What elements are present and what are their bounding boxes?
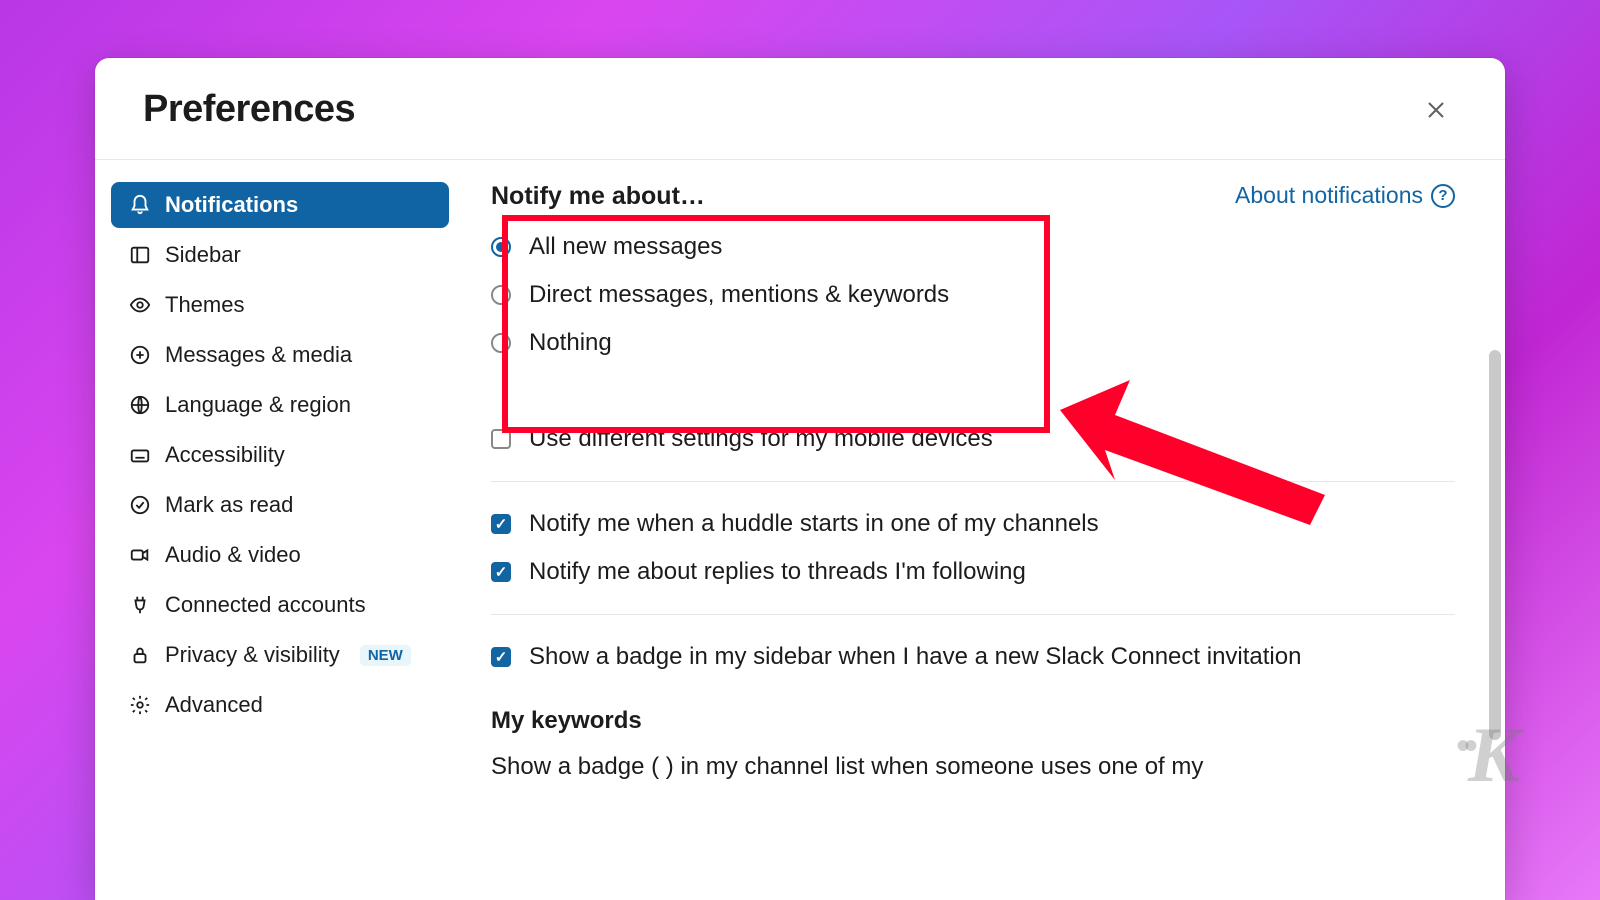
sidebar-item-messages-media[interactable]: Messages & media — [111, 332, 449, 378]
notify-section-title: Notify me about… — [491, 182, 705, 211]
radio-label: Direct messages, mentions & keywords — [529, 281, 949, 309]
checkbox-label: Show a badge in my sidebar when I have a… — [529, 643, 1301, 671]
sidebar-item-advanced[interactable]: Advanced — [111, 682, 449, 728]
modal-title: Preferences — [143, 88, 355, 131]
keyword-badge-description: Show a badge ( ) in my channel list when… — [491, 753, 1455, 781]
close-icon — [1424, 98, 1448, 122]
sidebar-item-label: Advanced — [165, 692, 263, 718]
keyboard-icon — [129, 444, 151, 466]
divider — [491, 481, 1455, 482]
checkbox-label: Use different settings for my mobile dev… — [529, 425, 993, 453]
sidebar-item-label: Messages & media — [165, 342, 352, 368]
sidebar-item-themes[interactable]: Themes — [111, 282, 449, 328]
sidebar-item-label: Language & region — [165, 392, 351, 418]
plug-icon — [129, 594, 151, 616]
sidebar-item-connected-accounts[interactable]: Connected accounts — [111, 582, 449, 628]
sidebar-item-mark-as-read[interactable]: Mark as read — [111, 482, 449, 528]
sidebar-item-label: Privacy & visibility — [165, 642, 340, 668]
checkbox-mobile-settings[interactable]: Use different settings for my mobile dev… — [491, 415, 1455, 463]
checkbox-slack-connect-badge[interactable]: Show a badge in my sidebar when I have a… — [491, 633, 1455, 681]
sidebar-item-accessibility[interactable]: Accessibility — [111, 432, 449, 478]
bell-icon — [129, 194, 151, 216]
checkbox-input[interactable] — [491, 562, 511, 582]
sidebar-item-notifications[interactable]: Notifications — [111, 182, 449, 228]
layout-sidebar-icon — [129, 244, 151, 266]
checkbox-huddle-notify[interactable]: Notify me when a huddle starts in one of… — [491, 500, 1455, 548]
preferences-modal: Preferences Notifications Sidebar Themes… — [95, 58, 1505, 900]
checkbox-thread-replies[interactable]: Notify me about replies to threads I'm f… — [491, 548, 1455, 596]
keywords-section-title: My keywords — [491, 707, 1455, 735]
sidebar-item-audio-video[interactable]: Audio & video — [111, 532, 449, 578]
radio-nothing[interactable]: Nothing — [491, 319, 1455, 367]
sidebar-item-label: Notifications — [165, 192, 298, 218]
sidebar-item-label: Audio & video — [165, 542, 301, 568]
radio-label: Nothing — [529, 329, 612, 357]
checkbox-input[interactable] — [491, 647, 511, 667]
checkbox-label: Notify me about replies to threads I'm f… — [529, 558, 1026, 586]
close-button[interactable] — [1415, 89, 1457, 131]
new-badge: NEW — [360, 645, 411, 666]
sidebar-item-sidebar[interactable]: Sidebar — [111, 232, 449, 278]
notify-radio-group: All new messages Direct messages, mentio… — [491, 223, 1455, 367]
sidebar-item-language-region[interactable]: Language & region — [111, 382, 449, 428]
main-header: Notify me about… About notifications ? — [491, 182, 1455, 211]
sidebar-item-label: Accessibility — [165, 442, 285, 468]
radio-all-new-messages[interactable]: All new messages — [491, 223, 1455, 271]
about-notifications-link[interactable]: About notifications ? — [1235, 182, 1455, 209]
modal-body: Notifications Sidebar Themes Messages & … — [95, 160, 1505, 900]
preferences-main: Notify me about… About notifications ? A… — [465, 160, 1505, 900]
sidebar-item-label: Sidebar — [165, 242, 241, 268]
sidebar-item-label: Mark as read — [165, 492, 293, 518]
help-icon: ? — [1431, 184, 1455, 208]
checkbox-label: Notify me when a huddle starts in one of… — [529, 510, 1099, 538]
eye-icon — [129, 294, 151, 316]
checkbox-input[interactable] — [491, 514, 511, 534]
sidebar-item-label: Connected accounts — [165, 592, 366, 618]
modal-header: Preferences — [95, 58, 1505, 160]
radio-input[interactable] — [491, 333, 511, 353]
message-icon — [129, 344, 151, 366]
check-circle-icon — [129, 494, 151, 516]
sidebar-item-privacy-visibility[interactable]: Privacy & visibility NEW — [111, 632, 449, 678]
radio-direct-mentions-keywords[interactable]: Direct messages, mentions & keywords — [491, 271, 1455, 319]
checkbox-input[interactable] — [491, 429, 511, 449]
radio-label: All new messages — [529, 233, 722, 261]
globe-icon — [129, 394, 151, 416]
divider — [491, 614, 1455, 615]
radio-input[interactable] — [491, 285, 511, 305]
radio-input[interactable] — [491, 237, 511, 257]
scrollbar[interactable] — [1489, 350, 1501, 740]
sidebar-item-label: Themes — [165, 292, 244, 318]
about-link-label: About notifications — [1235, 182, 1423, 209]
video-icon — [129, 544, 151, 566]
gear-icon — [129, 694, 151, 716]
preferences-sidebar: Notifications Sidebar Themes Messages & … — [95, 160, 465, 900]
lock-icon — [129, 644, 151, 666]
